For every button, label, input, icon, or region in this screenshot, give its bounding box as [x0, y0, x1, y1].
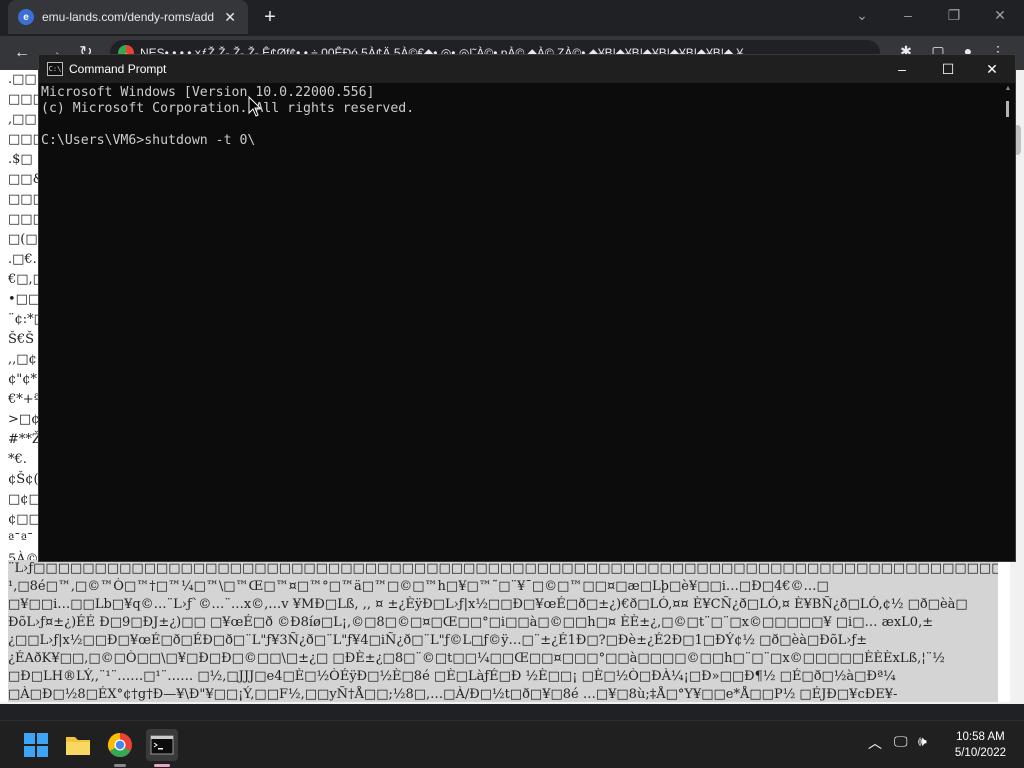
garbled-line: €□,□ — [8, 272, 42, 287]
scroll-up-arrow-icon[interactable]: ▲ — [1001, 85, 1015, 92]
console-line: Microsoft Windows [Version 10.0.22000.55… — [41, 85, 375, 100]
garbled-line: *€. — [8, 452, 27, 467]
garbled-line: ¨¢:*□ — [8, 312, 42, 327]
command-prompt-taskbar-icon[interactable] — [146, 729, 178, 761]
garbled-text-block: ¨L›ƒ□□□□□□□□□□□□□□□□□□□□□□□□□□□□□□□□□□□□… — [8, 560, 998, 704]
cmd-app-icon: C:\ — [47, 62, 63, 76]
file-explorer-icon[interactable] — [62, 729, 94, 761]
garbled-line: □□□ — [8, 212, 42, 227]
garbled-line: ¢Š¢( — [8, 472, 39, 487]
tab-title: emu-lands.com/dendy-roms/add — [42, 10, 215, 24]
garbled-line: □□□ — [8, 92, 42, 107]
garbled-line: □□□ — [8, 192, 42, 207]
garbled-line: □□□ — [8, 132, 42, 147]
garbled-line: €*+ª — [8, 392, 40, 407]
garbled-line: □□& — [8, 172, 42, 187]
mouse-pointer-icon — [248, 96, 262, 117]
garbled-line: ¢□□ — [8, 512, 41, 527]
garbled-line: #**Ž — [8, 432, 41, 447]
show-hidden-icons-chevron-icon[interactable]: ︿ — [868, 733, 882, 753]
browser-tabstrip: e emu-lands.com/dendy-roms/add ✕ + ⌄ – ❐… — [0, 0, 1024, 36]
console-line: (c) Microsoft Corporation. All rights re… — [41, 101, 415, 116]
garbled-line: ¨L›ƒ□□□□□□□□□□□□□□□□□□□□□□□□□□□□□□□□□□□□… — [8, 561, 998, 576]
garbled-line: □(□ — [8, 232, 38, 247]
garbled-line: .□□ — [8, 72, 37, 87]
cmd-minimize-icon[interactable]: – — [879, 55, 925, 83]
browser-close-icon[interactable]: ✕ — [980, 4, 1020, 26]
garbled-line: □¢□ — [8, 492, 41, 507]
browser-restore-icon[interactable]: ❐ — [934, 4, 974, 26]
chrome-running-indicator — [114, 764, 126, 767]
command-prompt-window[interactable]: C:\ Command Prompt – ☐ ✕ Microsoft Windo… — [38, 54, 1016, 562]
garbled-line: ĐõL›ƒ¤±¿)ÉÉ Đ□9□ĐJ±¿)□□ □¥œÉ□ð ©Đ8íø□L¡,… — [8, 615, 934, 630]
garbled-line: □Đ□LH®LÝ,,¨¹¨……□¹¨…… □½,□JJJ□e4□È□½ÒÉÿĐ□… — [8, 669, 896, 684]
windows-taskbar: ︿ 🖵 🕪 10:58 AM 5/10/2022 — [0, 720, 1024, 768]
garbled-line: ¿ÉAðK¥□□,□©□Ò□□\□¥□Đ□Đ□©□□\□±¿□ □ĐÈ±¿□8□… — [8, 651, 945, 666]
cmd-scrollbar[interactable]: ▲ — [1001, 83, 1015, 561]
garbled-line: Š€Š — [8, 332, 35, 347]
garbled-line: .$□ — [8, 152, 33, 167]
site-favicon-icon: e — [18, 9, 34, 25]
tab-search-icon[interactable]: ⌄ — [842, 4, 882, 26]
console-prompt-line[interactable]: C:\Users\VM6>shutdown -t 0\ — [41, 133, 999, 149]
volume-icon[interactable]: 🕪 — [918, 733, 927, 750]
garbled-line: ,,□¢ — [8, 352, 37, 367]
page-horizontal-scrollbar[interactable] — [0, 702, 1010, 704]
clock-time: 10:58 AM — [956, 731, 1005, 743]
cmd-titlebar[interactable]: C:\ Command Prompt – ☐ ✕ — [39, 55, 1015, 83]
network-icon[interactable]: 🖵 — [894, 733, 908, 750]
new-tab-button[interactable]: + — [258, 5, 282, 29]
garbled-line: ¿□□L›ƒ|x½□□Đ□¥œÉ□ð□ÉÐ□ð□¨L"ƒ¥3Ñ¿ð□¨L"ƒ¥4… — [8, 633, 868, 648]
start-windows-icon[interactable] — [20, 729, 52, 761]
browser-minimize-icon[interactable]: – — [888, 4, 928, 26]
garbled-line: .□€. — [8, 252, 37, 267]
cmd-scroll-thumb[interactable] — [1006, 101, 1009, 117]
garbled-line: ¹,□8é□™,□©™Ò□™†□™¼□™\□™Œ□™¤□™°□™ä□™□©□™h… — [8, 579, 829, 594]
garbled-line: □¥□□i…□□Lb□¥q©…¨L›ƒ`©…¨…x©,…v ¥MĐ□Lß, ,,… — [8, 597, 968, 612]
garbled-line: ª¯ª¯ — [8, 532, 34, 547]
garbled-line: •□□ — [8, 292, 41, 307]
cmd-console-output[interactable]: Microsoft Windows [Version 10.0.22000.55… — [39, 83, 1001, 561]
chrome-icon[interactable] — [104, 729, 136, 761]
garbled-line: ,□□ — [8, 112, 37, 127]
clock-date: 5/10/2022 — [954, 747, 1006, 759]
cmd-window-title: Command Prompt — [69, 62, 167, 76]
browser-tab[interactable]: e emu-lands.com/dendy-roms/add ✕ — [8, 0, 248, 34]
garbled-line: ¢"¢* — [8, 372, 38, 387]
cmd-maximize-icon[interactable]: ☐ — [925, 55, 971, 83]
close-tab-icon[interactable]: ✕ — [222, 9, 238, 26]
garbled-line: >□¢ — [8, 412, 40, 427]
cmd-active-indicator — [154, 764, 170, 767]
taskbar-clock[interactable]: 10:58 AM 5/10/2022 — [955, 729, 1006, 761]
back-arrow-icon[interactable]: ← — [10, 41, 34, 65]
cmd-close-icon[interactable]: ✕ — [969, 55, 1015, 83]
